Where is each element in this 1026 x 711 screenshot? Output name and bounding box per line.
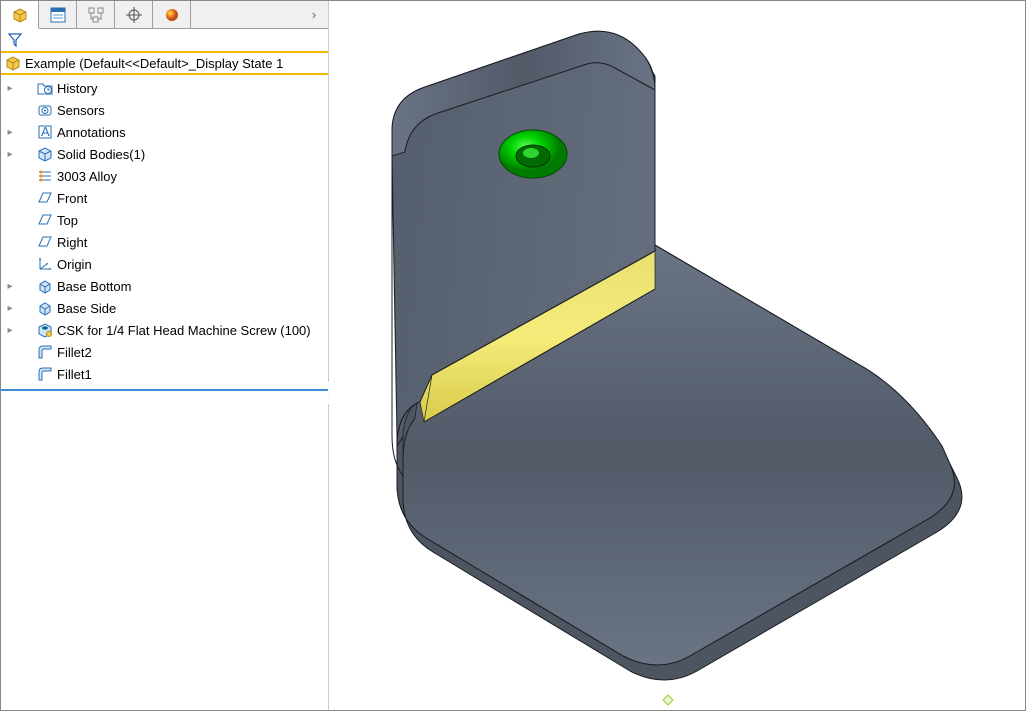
expander-icon[interactable]: ▸ — [5, 303, 15, 314]
tree-item-label: Fillet1 — [57, 367, 92, 382]
solid-bodies-icon — [37, 146, 53, 162]
feature-tree: ▸ History Sensors ▸ A Annotations ▸ Solid Bodie… — [1, 75, 328, 710]
fillet-icon — [37, 366, 53, 382]
extrude-icon — [37, 300, 53, 316]
tab-feature-tree[interactable] — [1, 1, 39, 29]
tree-rollback-bar[interactable] — [1, 389, 328, 391]
svg-text:A: A — [41, 124, 50, 139]
expander-icon[interactable]: ▸ — [5, 325, 15, 336]
tab-dimxpert[interactable] — [115, 1, 153, 29]
tree-item-label: 3003 Alloy — [57, 169, 117, 184]
tree-item[interactable]: 3003 Alloy — [1, 165, 328, 187]
tab-configuration-manager[interactable] — [77, 1, 115, 29]
tree-item[interactable]: ▸ Base Side — [1, 297, 328, 319]
folder-history-icon — [37, 80, 53, 96]
part-cube-icon — [12, 7, 28, 23]
tree-item-label: Right — [57, 235, 87, 250]
tree-root[interactable]: Example (Default<<Default>_Display State… — [1, 53, 328, 75]
part-cube-icon — [5, 55, 21, 71]
origin-icon — [37, 256, 53, 272]
filter-row — [1, 29, 328, 53]
tree-item[interactable]: Origin — [1, 253, 328, 275]
crosshair-icon — [126, 7, 142, 23]
tree-item[interactable]: ▸ A Annotations — [1, 121, 328, 143]
panel-tab-bar: › — [1, 1, 328, 29]
tree-item-label: Front — [57, 191, 87, 206]
appearance-ball-icon — [164, 7, 180, 23]
tree-item-label: Origin — [57, 257, 92, 272]
tree-item-label: Base Bottom — [57, 279, 131, 294]
model-render — [337, 6, 1017, 706]
plane-icon — [37, 234, 53, 250]
expander-icon[interactable]: ▸ — [5, 83, 15, 94]
tree-item[interactable]: Sensors — [1, 99, 328, 121]
extrude-icon — [37, 278, 53, 294]
filter-icon[interactable] — [7, 32, 23, 48]
sensors-icon — [37, 102, 53, 118]
tree-item-label: CSK for 1/4 Flat Head Machine Screw (100… — [57, 323, 311, 338]
tree-root-label: Example (Default<<Default>_Display State… — [25, 56, 283, 71]
material-icon — [37, 168, 53, 184]
tree-item[interactable]: ▸ History — [1, 77, 328, 99]
tree-item[interactable]: ▸ Solid Bodies(1) — [1, 143, 328, 165]
property-list-icon — [50, 7, 66, 23]
tree-item-label: Base Side — [57, 301, 116, 316]
tree-item[interactable]: ▸ CSK for 1/4 Flat Head Machine Screw (10… — [1, 319, 328, 341]
plane-icon — [37, 212, 53, 228]
tab-property-manager[interactable] — [39, 1, 77, 29]
tree-item-label: Top — [57, 213, 78, 228]
expander-icon[interactable]: ▸ — [5, 149, 15, 160]
graphics-viewport[interactable] — [329, 1, 1025, 710]
plane-icon — [37, 190, 53, 206]
config-tree-icon — [88, 7, 104, 23]
tree-item[interactable]: Fillet1 — [1, 363, 328, 385]
expander-icon[interactable]: ▸ — [5, 281, 15, 292]
fillet-icon — [37, 344, 53, 360]
chevron-right-icon: › — [312, 7, 316, 22]
tree-item-label: Sensors — [57, 103, 105, 118]
tab-display-manager[interactable] — [153, 1, 191, 29]
tree-item[interactable]: Top — [1, 209, 328, 231]
tree-item[interactable]: Right — [1, 231, 328, 253]
panel-expand-chevron[interactable]: › — [300, 1, 328, 28]
tree-item-label: History — [57, 81, 97, 96]
hole-icon — [37, 322, 53, 338]
tree-item-label: Annotations — [57, 125, 126, 140]
tree-item-label: Solid Bodies(1) — [57, 147, 145, 162]
expander-icon[interactable]: ▸ — [5, 127, 15, 138]
annotations-icon: A — [37, 124, 53, 140]
tree-item[interactable]: ▸ Base Bottom — [1, 275, 328, 297]
tree-item-label: Fillet2 — [57, 345, 92, 360]
tree-item[interactable]: Fillet2 — [1, 341, 328, 363]
tree-item[interactable]: Front — [1, 187, 328, 209]
